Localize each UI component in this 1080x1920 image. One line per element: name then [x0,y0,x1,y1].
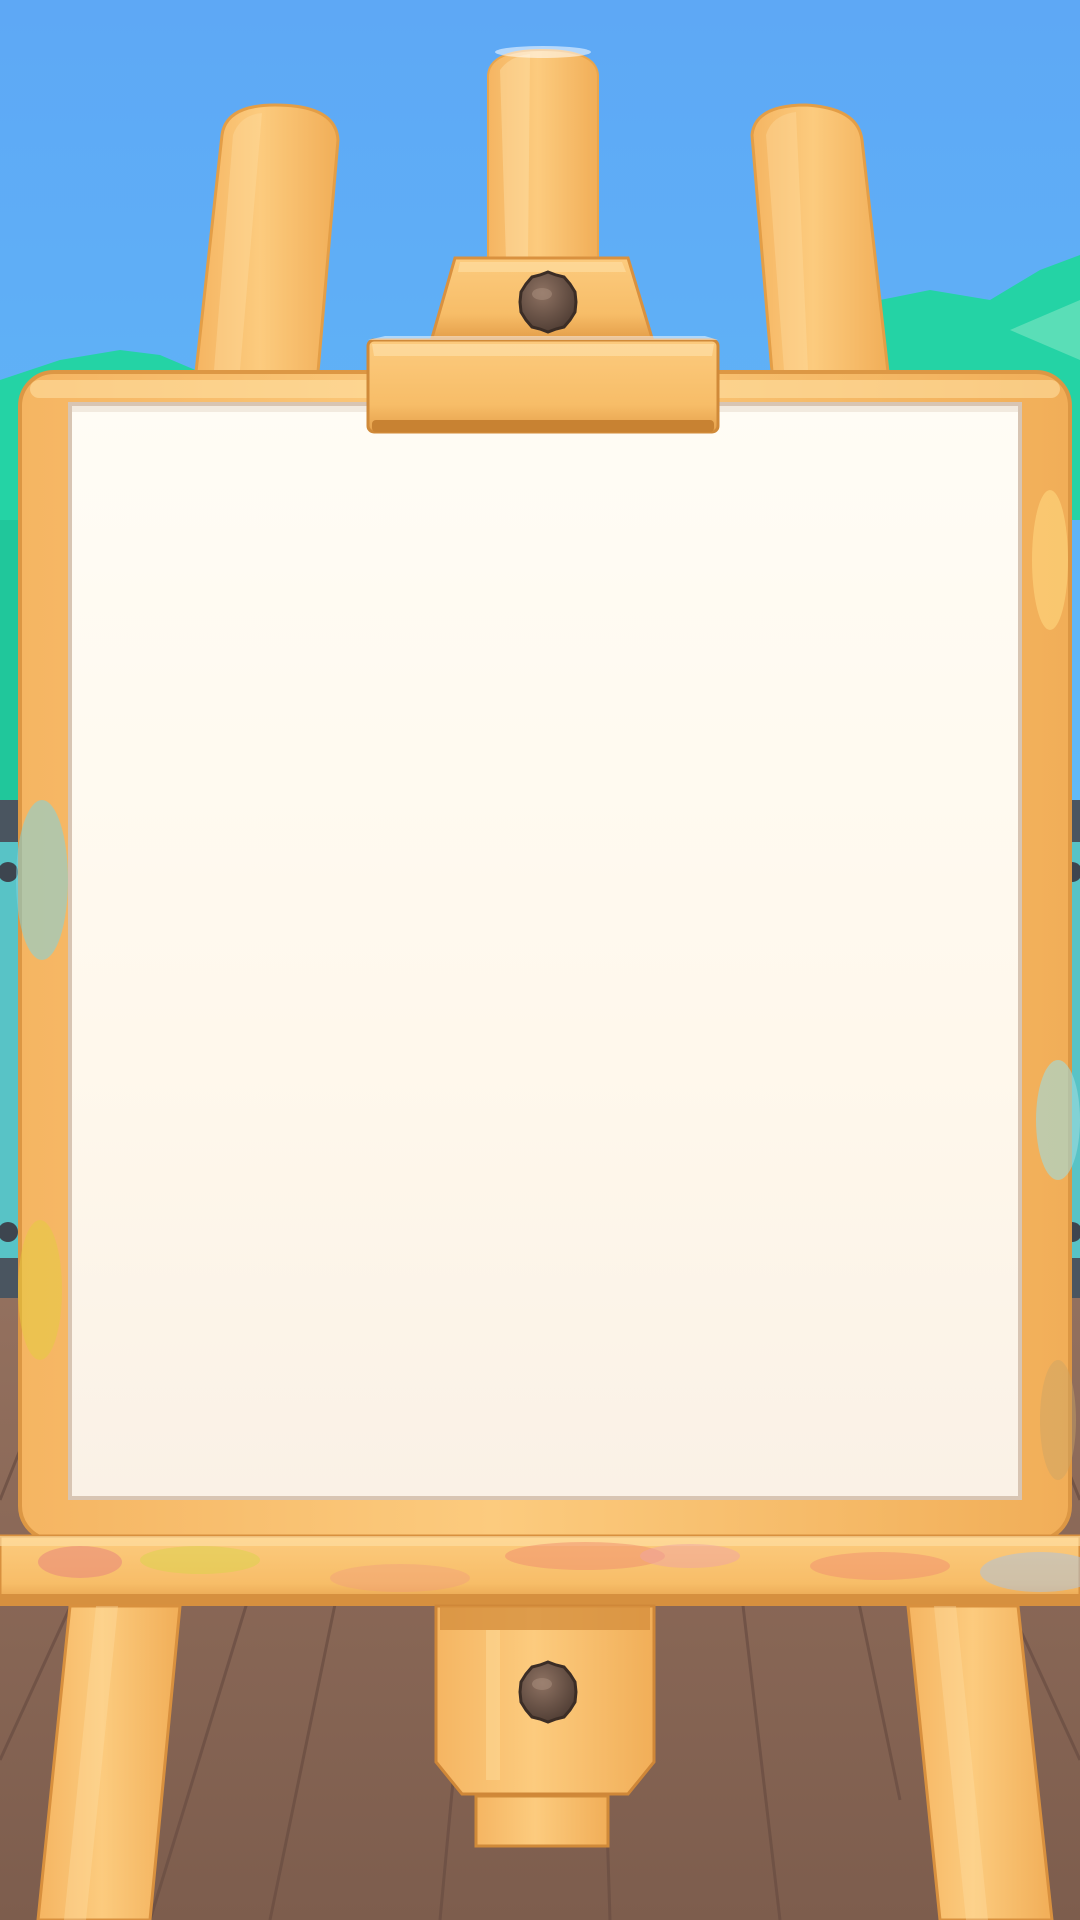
easel-scene [0,0,1080,1920]
wing-nut-icon [518,1660,578,1724]
wing-nut-icon [518,270,578,334]
drawing-surface[interactable] [72,406,1018,1496]
easel-shelf [0,1534,1080,1606]
